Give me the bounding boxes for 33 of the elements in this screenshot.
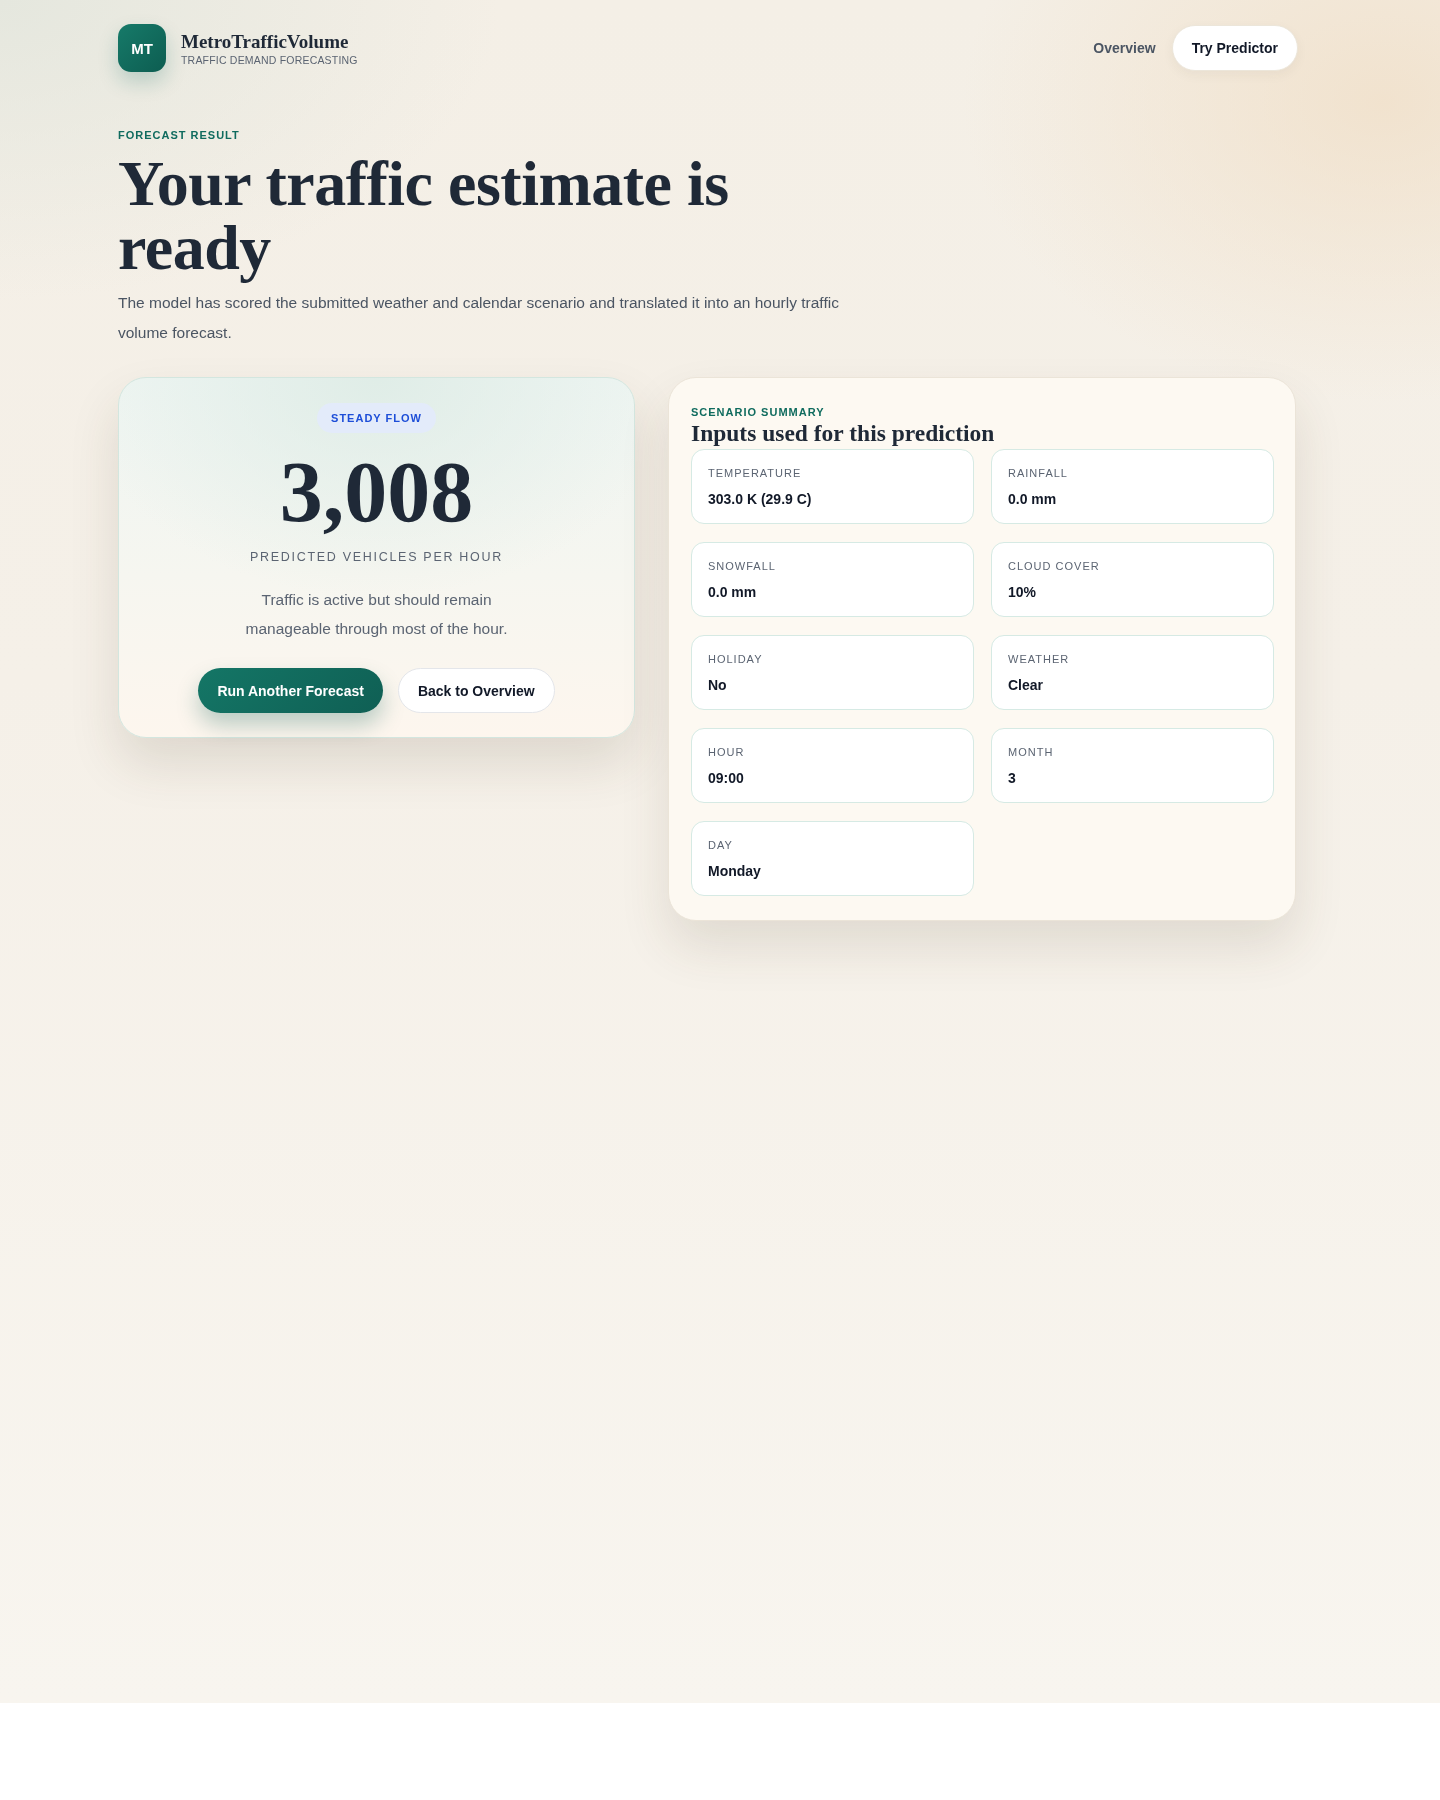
input-label: WEATHER — [1008, 653, 1071, 666]
nav-button[interactable]: Try Predictor — [1171, 25, 1298, 71]
logo-mark: MT — [118, 24, 166, 72]
flow-status-badge: STEADY FLOW — [317, 403, 436, 433]
input-label: SNOWFALL — [708, 560, 777, 573]
nav-link[interactable]: Overview — [1093, 32, 1156, 64]
eyebrow-label: FORECAST RESULT — [118, 129, 241, 142]
input-value: Monday — [708, 863, 762, 880]
input-label: RAINFALL — [1008, 467, 1069, 480]
brand-name: MetroTrafficVolume — [181, 30, 350, 53]
input-value: 0.0 mm — [708, 584, 758, 601]
input-label: HOLIDAY — [708, 653, 764, 666]
input-label: HOUR — [708, 746, 746, 759]
input-label: MONTH — [1008, 746, 1055, 759]
input-value: 10% — [1008, 584, 1038, 601]
forecast-message: Traffic is active but should remain manageable through most of the hour. — [244, 590, 509, 639]
input-label: DAY — [708, 839, 734, 852]
input-value: 303.0 K (29.9 C) — [708, 491, 813, 508]
input-label: CLOUD COVER — [1008, 560, 1101, 573]
secondary-button[interactable]: Back to Overview — [397, 668, 555, 713]
input-value: Clear — [1008, 677, 1045, 694]
summary-title: Inputs used for this prediction — [691, 420, 996, 446]
volume-unit-label: PREDICTED VEHICLES PER HOUR — [249, 549, 504, 565]
summary-eyebrow: SCENARIO SUMMARY — [691, 406, 826, 419]
predicted-volume: 3,008 — [278, 449, 475, 535]
input-value: 0.0 mm — [1008, 491, 1058, 508]
brand-tagline: TRAFFIC DEMAND FORECASTING — [181, 53, 358, 66]
primary-button[interactable]: Run Another Forecast — [198, 668, 383, 713]
input-value: 3 — [1008, 770, 1017, 787]
input-value: 09:00 — [708, 770, 745, 787]
page-description: The model has scored the submitted weather and calendar scenario and translated it into an hourly traffic volume forecast. — [118, 293, 840, 343]
input-value: No — [708, 677, 728, 694]
input-label: TEMPERATURE — [708, 467, 803, 480]
